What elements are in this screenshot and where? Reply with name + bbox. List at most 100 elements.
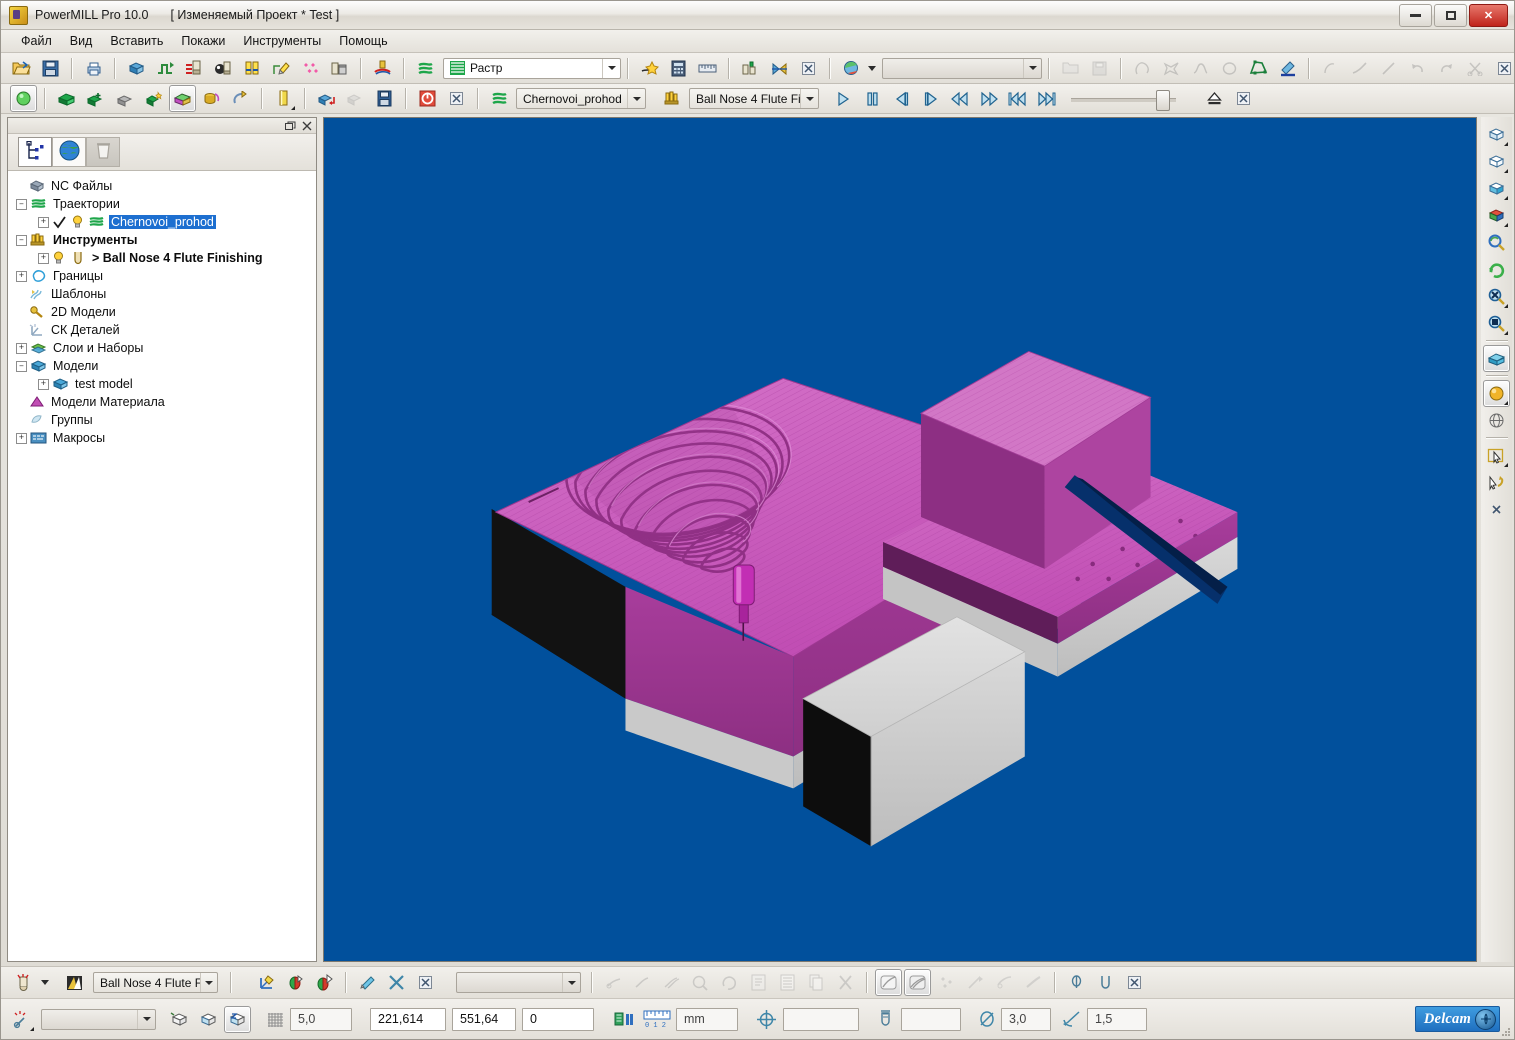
iso-view-1-icon[interactable] bbox=[1483, 121, 1510, 148]
gouge-red-icon[interactable] bbox=[311, 969, 338, 996]
sparkle-icon[interactable] bbox=[933, 969, 960, 996]
leads-links-icon[interactable] bbox=[268, 55, 295, 82]
block-view-icon[interactable] bbox=[166, 1006, 193, 1033]
eject-icon[interactable] bbox=[1201, 85, 1228, 112]
step-back-button[interactable] bbox=[888, 85, 915, 112]
tree-node-label[interactable]: NC Файлы bbox=[49, 179, 114, 193]
tool-dropdown-arrow[interactable] bbox=[38, 980, 52, 985]
sim-rotate-icon[interactable] bbox=[716, 969, 743, 996]
chevron-down-icon[interactable] bbox=[627, 89, 645, 108]
zoom-fit-icon[interactable] bbox=[1483, 283, 1510, 310]
tree-node[interactable]: – Траектории bbox=[8, 195, 316, 213]
go-to-end-button[interactable] bbox=[1033, 85, 1060, 112]
units-field[interactable]: mm bbox=[676, 1007, 738, 1031]
save-file-icon[interactable] bbox=[1086, 55, 1113, 82]
curve-trim-icon[interactable] bbox=[1375, 55, 1402, 82]
material-shade-icon[interactable] bbox=[1483, 380, 1510, 407]
coord-x-field[interactable]: 221,614 bbox=[370, 1007, 446, 1031]
sim-save-icon[interactable] bbox=[371, 85, 398, 112]
close-playback-toolbar-icon[interactable] bbox=[1230, 85, 1257, 112]
tree-node-label[interactable]: Модели bbox=[51, 359, 100, 373]
open-project-icon[interactable] bbox=[8, 55, 35, 82]
tree-node-label[interactable]: Модели Материала bbox=[49, 395, 167, 409]
expand-icon[interactable]: + bbox=[16, 270, 27, 282]
rewind-button[interactable] bbox=[946, 85, 973, 112]
checkmark-icon[interactable] bbox=[52, 215, 67, 230]
sim-step-icon[interactable] bbox=[600, 969, 627, 996]
tool-bin-icon[interactable] bbox=[326, 55, 353, 82]
spare-field[interactable] bbox=[783, 1007, 859, 1031]
speed-slider[interactable] bbox=[1071, 89, 1176, 111]
tab-recycle-bin[interactable] bbox=[86, 137, 120, 167]
delete-toolpath-icon[interactable] bbox=[636, 55, 663, 82]
simulate-icon[interactable] bbox=[766, 55, 793, 82]
tool-tip-icon[interactable] bbox=[1092, 969, 1119, 996]
view-cube-icon[interactable] bbox=[1483, 202, 1510, 229]
wireframe-icon[interactable] bbox=[1483, 407, 1510, 434]
chevron-down-icon[interactable] bbox=[1023, 58, 1041, 78]
3d-viewport[interactable] bbox=[323, 117, 1477, 962]
expand-icon[interactable]: + bbox=[38, 378, 49, 390]
stock-shade-icon[interactable] bbox=[169, 85, 196, 112]
chevron-down-icon[interactable] bbox=[137, 1009, 155, 1029]
expand-icon[interactable]: + bbox=[16, 342, 27, 354]
tree-node[interactable]: + > Ball Nose 4 Flute Finishing bbox=[8, 249, 316, 267]
refresh-view-icon[interactable] bbox=[1483, 256, 1510, 283]
cut-icon[interactable] bbox=[832, 969, 859, 996]
sim-start-icon[interactable] bbox=[10, 85, 37, 112]
menu-insert[interactable]: Вставить bbox=[101, 31, 172, 51]
slider-thumb[interactable] bbox=[1156, 89, 1170, 111]
curve-edit-icon[interactable] bbox=[1317, 55, 1344, 82]
report-icon[interactable] bbox=[745, 969, 772, 996]
close-view-toolbar-icon[interactable] bbox=[1483, 496, 1510, 523]
bottom-blank-combo[interactable] bbox=[456, 972, 581, 993]
close-tool-toolbar-icon[interactable] bbox=[412, 969, 439, 996]
tree-node-label[interactable]: Chernovoi_prohod bbox=[109, 215, 216, 229]
sim-hand-icon[interactable] bbox=[687, 969, 714, 996]
ribbon-icon[interactable] bbox=[1020, 969, 1047, 996]
tool-icon[interactable] bbox=[659, 85, 686, 112]
menu-view[interactable]: Вид bbox=[61, 31, 102, 51]
tool-feed-icon[interactable] bbox=[181, 55, 208, 82]
block-shade-icon[interactable] bbox=[195, 1006, 222, 1033]
tree-node[interactable]: Шаблоны bbox=[8, 285, 316, 303]
zoom-rotate-icon[interactable] bbox=[1483, 229, 1510, 256]
curve-icon[interactable] bbox=[1129, 55, 1156, 82]
points-icon[interactable] bbox=[297, 55, 324, 82]
curve-smooth-icon[interactable] bbox=[1346, 55, 1373, 82]
chevron-down-icon[interactable] bbox=[800, 89, 818, 108]
close-toolbar-icon[interactable] bbox=[795, 55, 822, 82]
chevron-down-icon[interactable] bbox=[602, 58, 620, 78]
tool-combo[interactable]: Ball Nose 4 Flute Fi bbox=[689, 88, 819, 109]
tree-node-label[interactable]: > Ball Nose 4 Flute Finishing bbox=[90, 251, 265, 265]
tree-node[interactable]: + test model bbox=[8, 375, 316, 393]
rapid-move-icon[interactable] bbox=[152, 55, 179, 82]
tree-node-label[interactable]: 2D Модели bbox=[49, 305, 118, 319]
calculator-icon[interactable] bbox=[665, 55, 692, 82]
tool-cylinder-icon[interactable] bbox=[270, 85, 297, 112]
probe-icon[interactable] bbox=[1063, 969, 1090, 996]
block-z-icon[interactable] bbox=[224, 1005, 251, 1033]
tree-node[interactable]: СК Деталей bbox=[8, 321, 316, 339]
tree-node-label[interactable]: Траектории bbox=[51, 197, 122, 211]
status-blank-combo[interactable] bbox=[41, 1008, 156, 1030]
sim-run-icon[interactable] bbox=[629, 969, 656, 996]
undo-select-icon[interactable] bbox=[1483, 469, 1510, 496]
tree-node[interactable]: + Границы bbox=[8, 267, 316, 285]
shade-dropdown-arrow[interactable] bbox=[866, 65, 878, 71]
collision-green-icon[interactable] bbox=[282, 969, 309, 996]
stock-rotate-icon[interactable] bbox=[227, 85, 254, 112]
stock-add-icon[interactable] bbox=[82, 85, 109, 112]
open-file-icon[interactable] bbox=[1057, 55, 1084, 82]
view-shade-icon[interactable] bbox=[838, 55, 865, 82]
view-icon[interactable] bbox=[991, 969, 1018, 996]
collapse-icon[interactable]: – bbox=[16, 198, 27, 210]
axis-icon[interactable] bbox=[253, 969, 280, 996]
redo-icon[interactable] bbox=[1433, 55, 1460, 82]
menu-tools[interactable]: Инструменты bbox=[234, 31, 330, 51]
iso-view-2-icon[interactable] bbox=[1483, 148, 1510, 175]
tool-preview-icon[interactable] bbox=[10, 969, 37, 996]
tree-node-label[interactable]: Шаблоны bbox=[49, 287, 108, 301]
paint-tool-icon[interactable] bbox=[354, 969, 381, 996]
measure-tool-icon[interactable] bbox=[962, 969, 989, 996]
